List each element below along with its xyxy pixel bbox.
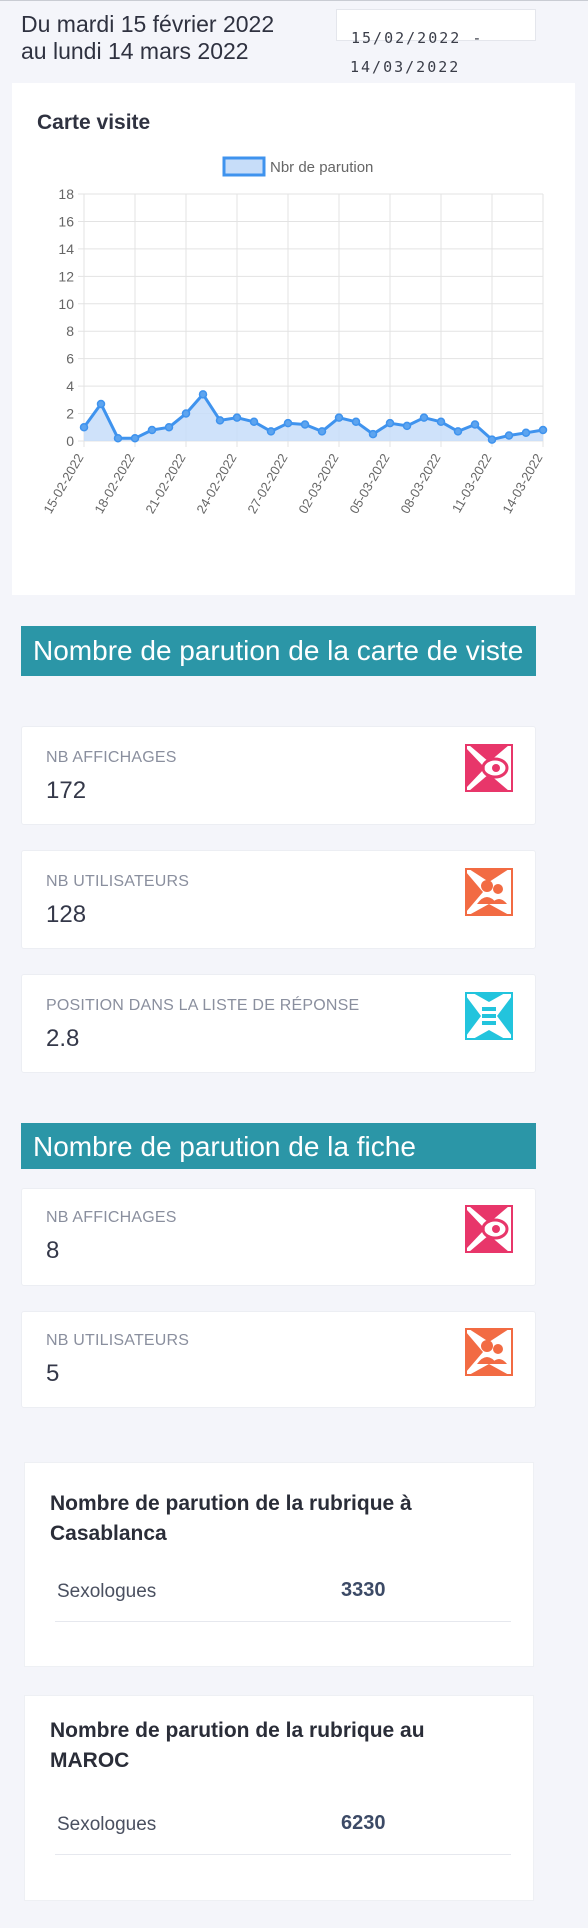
stat-value: 172 — [46, 777, 87, 804]
y-tick-label: 6 — [66, 351, 74, 367]
users-icon — [465, 868, 513, 916]
data-point[interactable] — [113, 434, 123, 443]
data-point[interactable] — [198, 390, 208, 399]
x-tick-label: 02-03-2022 — [295, 451, 341, 516]
data-point[interactable] — [164, 423, 174, 432]
data-point[interactable] — [317, 427, 327, 436]
data-point[interactable] — [232, 413, 242, 422]
x-tick-label: 24-02-2022 — [193, 451, 239, 516]
data-point[interactable] — [300, 420, 310, 429]
x-axis-ticks: 15-02-2022 18-02-2022 21-02-2022 24-02-2022… — [40, 451, 545, 516]
table-row: Sexologues 6230 — [55, 1812, 511, 1855]
data-point[interactable] — [487, 435, 497, 444]
period-end: au lundi 14 mars 2022 — [21, 38, 249, 64]
y-axis-ticks: 0 2 4 6 8 10 12 14 16 18 — [58, 186, 74, 449]
x-tick-label: 27-02-2022 — [244, 451, 290, 516]
stat-card-fiche-affichages: NB AFFICHAGES 8 — [21, 1188, 536, 1286]
y-tick-label: 16 — [58, 213, 74, 229]
stat-label: POSITION DANS LA LISTE DE RÉPONSE — [46, 997, 360, 1014]
stat-value: 8 — [46, 1237, 60, 1264]
rubrique-maroc-card: Nombre de parution de la rubrique au MAR… — [24, 1695, 534, 1901]
stat-card-affichages: NB AFFICHAGES 172 — [21, 726, 536, 825]
period-text: Du mardi 15 février 2022 au lundi 14 mar… — [21, 11, 274, 65]
y-tick-label: 8 — [66, 323, 74, 339]
visits-line-chart: 0 2 4 6 8 10 12 14 16 18 15-02-2022 18-02-2022 21-0… — [40, 156, 548, 516]
y-tick-label: 12 — [58, 268, 74, 284]
x-tick-label: 05-03-2022 — [346, 451, 392, 516]
data-point[interactable] — [368, 429, 378, 439]
eye-icon — [465, 744, 513, 792]
eye-icon — [465, 1205, 513, 1253]
list-position-icon — [465, 992, 513, 1040]
stat-value: 2.8 — [46, 1025, 80, 1052]
data-point[interactable] — [96, 399, 106, 409]
data-point[interactable] — [538, 425, 548, 435]
stat-label: NB UTILISATEURS — [46, 1332, 190, 1349]
data-point[interactable] — [504, 431, 514, 440]
x-tick-label: 11-03-2022 — [449, 451, 495, 515]
chart-legend: Nbr de parution — [222, 156, 373, 177]
legend-swatch — [222, 156, 266, 177]
rubrique-value: 3330 — [341, 1579, 386, 1601]
x-tick-label: 14-03-2022 — [499, 451, 545, 516]
data-point[interactable] — [79, 423, 89, 432]
data-point[interactable] — [402, 421, 412, 431]
users-icon — [465, 1328, 513, 1376]
data-point[interactable] — [147, 425, 157, 435]
rubrique-value: 6230 — [341, 1812, 386, 1834]
chart-grid — [78, 193, 544, 447]
legend-label[interactable]: Nbr de parution — [270, 159, 373, 176]
section-card-title: Nombre de parution de la carte de viste — [21, 626, 536, 676]
x-tick-label: 15-02-2022 — [40, 451, 86, 516]
date-range-input[interactable]: 15/02/2022 - — [336, 9, 536, 47]
data-point[interactable] — [351, 417, 361, 427]
data-point[interactable] — [453, 427, 463, 436]
y-tick-label: 18 — [58, 186, 74, 202]
stat-label: NB AFFICHAGES — [46, 1209, 177, 1226]
visit-card-chart-card: Carte visite 0 2 4 6 8 10 12 14 16 18 15-02-2022 1… — [12, 83, 575, 595]
rubrique-casablanca-card: Nombre de parution de la rubrique à Casa… — [24, 1462, 534, 1667]
data-point[interactable] — [181, 409, 191, 418]
section-fiche-title: Nombre de parution de la fiche — [21, 1123, 536, 1169]
data-point[interactable] — [521, 428, 531, 438]
rubrique-casablanca-title: Nombre de parution de la rubrique à Casa… — [50, 1492, 412, 1545]
table-row: Sexologues 3330 — [55, 1579, 511, 1622]
stat-value: 128 — [46, 901, 87, 928]
stat-card-utilisateurs: NB UTILISATEURS 128 — [21, 850, 536, 949]
rubrique-label: Sexologues — [57, 1581, 157, 1602]
x-tick-label: 21-02-2022 — [142, 451, 188, 516]
rubrique-label: Sexologues — [57, 1814, 157, 1835]
stat-value: 5 — [46, 1360, 60, 1387]
data-point[interactable] — [130, 434, 140, 443]
data-point[interactable] — [249, 417, 259, 427]
data-point[interactable] — [470, 420, 480, 429]
data-point[interactable] — [419, 413, 429, 422]
y-tick-label: 4 — [66, 378, 74, 394]
data-point[interactable] — [266, 427, 276, 436]
data-point[interactable] — [334, 413, 344, 422]
y-tick-label: 0 — [66, 433, 74, 449]
data-point[interactable] — [283, 418, 293, 428]
y-tick-label: 10 — [58, 296, 74, 312]
data-point[interactable] — [215, 416, 225, 425]
y-tick-label: 2 — [66, 406, 74, 422]
stat-card-fiche-utilisateurs: NB UTILISATEURS 5 — [21, 1311, 536, 1408]
y-tick-label: 14 — [58, 241, 74, 257]
stat-label: NB AFFICHAGES — [46, 749, 177, 766]
x-tick-label: 18-02-2022 — [91, 451, 137, 516]
data-point[interactable] — [385, 418, 395, 428]
date-range-end: 14/03/2022 — [350, 58, 461, 76]
rubrique-maroc-title: Nombre de parution de la rubrique au MAR… — [50, 1719, 425, 1772]
stat-card-position: POSITION DANS LA LISTE DE RÉPONSE 2.8 — [21, 974, 536, 1073]
stat-label: NB UTILISATEURS — [46, 873, 190, 890]
date-range-start: 15/02/2022 - — [351, 29, 484, 47]
x-tick-label: 08-03-2022 — [397, 451, 443, 516]
data-point[interactable] — [436, 417, 446, 427]
period-start: Du mardi 15 février 2022 — [21, 11, 275, 37]
